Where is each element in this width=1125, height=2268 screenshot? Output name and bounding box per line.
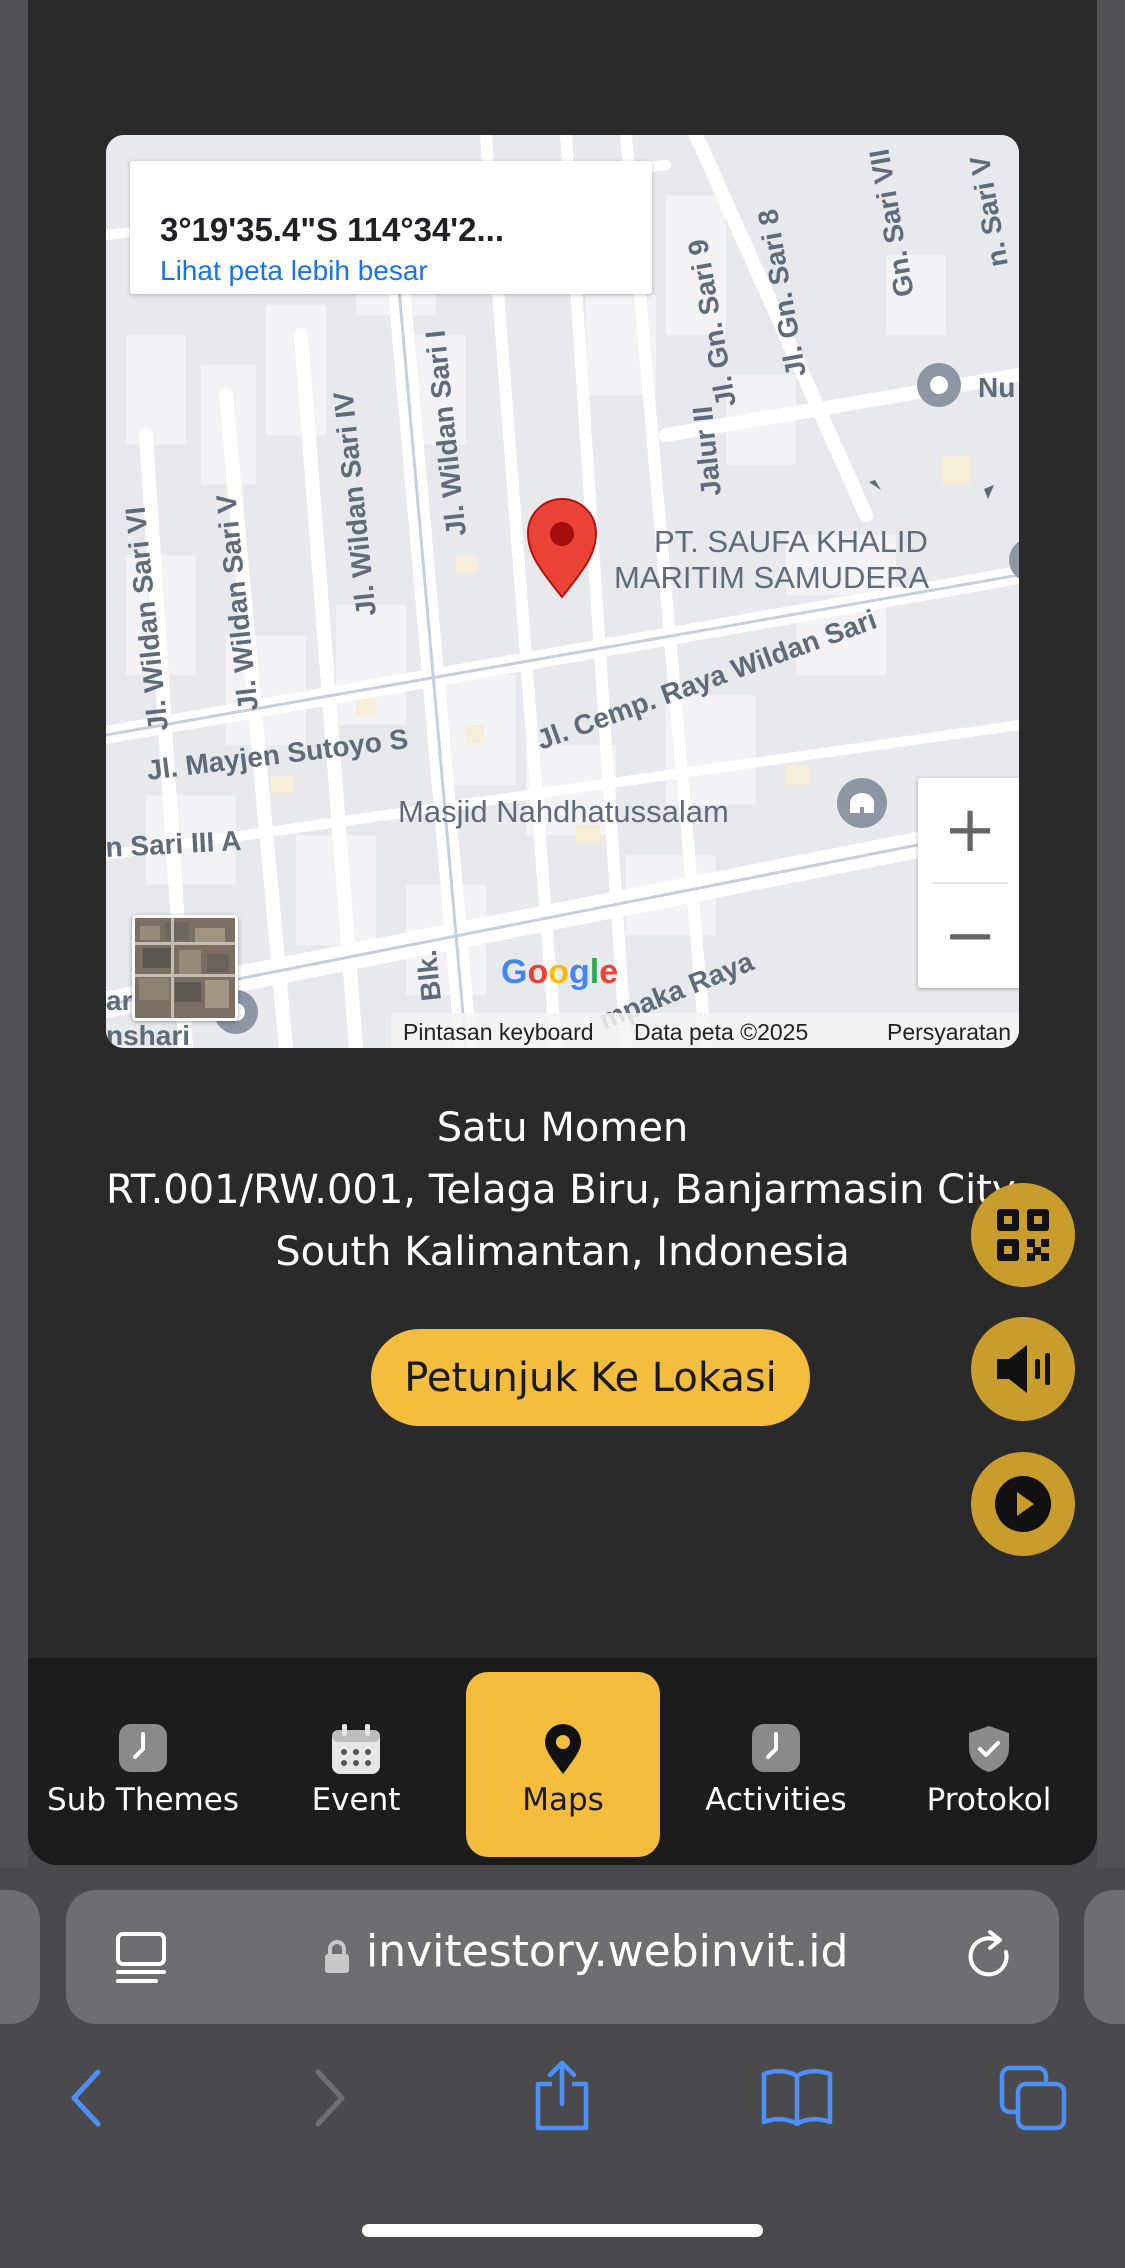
calendar-icon [332, 1724, 380, 1774]
street-label: Blk. [411, 948, 447, 1002]
lock-icon [325, 1940, 349, 1973]
nav-item-sub-themes[interactable]: Sub Themes [46, 1672, 240, 1857]
map-data-attribution[interactable]: Data peta ©2025 [634, 1019, 808, 1046]
nav-label: Event [311, 1782, 401, 1818]
embedded-map[interactable]: Jl. Wildan Sari I Jl. Wildan Sari IV Jl.… [106, 135, 1019, 1048]
terms-link[interactable]: Persyaratan [887, 1019, 1011, 1046]
previous-tab-peek[interactable] [0, 1890, 40, 2024]
clock-icon [119, 1724, 167, 1772]
google-logo: Google [501, 953, 618, 991]
venue-address-line1: RT.001/RW.001, Telaga Biru, Banjarmasin … [106, 1167, 1029, 1213]
clock-icon [752, 1724, 800, 1772]
play-icon [995, 1476, 1051, 1532]
street-label: Nu [978, 372, 1015, 403]
nav-label: Maps [522, 1782, 604, 1818]
map-attribution-bar: Pintasan keyboard Data peta ©2025 Persya… [391, 1013, 1019, 1048]
speaker-icon [997, 1345, 1050, 1393]
invitation-page: Jl. Wildan Sari I Jl. Wildan Sari IV Jl.… [28, 0, 1097, 1865]
venue-name: Satu Momen [436, 1105, 689, 1151]
place-label: PT. SAUFA KHALID [654, 524, 928, 559]
poi-marker-icon[interactable] [917, 363, 961, 407]
view-larger-map-link[interactable]: Lihat peta lebih besar [160, 255, 428, 287]
mosque-label: Masjid Nahdhatussalam [398, 794, 729, 829]
map-coordinates: 3°19'35.4"S 114°34'2... [160, 211, 505, 248]
nav-label: Protokol [926, 1782, 1052, 1818]
reader-mode-icon[interactable] [116, 1932, 166, 1984]
left-edge-strip [0, 0, 28, 1868]
map-pin-icon [545, 1724, 581, 1774]
bottom-navigation: Sub Themes Event Maps Activities Protoko… [28, 1658, 1097, 1865]
forward-icon[interactable] [312, 2068, 348, 2128]
street-label: nshari [106, 1020, 190, 1048]
nav-item-event[interactable]: Event [259, 1672, 453, 1857]
qr-code-icon [997, 1209, 1049, 1261]
nav-item-maps[interactable]: Maps [466, 1672, 660, 1857]
share-icon[interactable] [532, 2060, 592, 2132]
music-toggle-button[interactable] [971, 1317, 1075, 1421]
shield-check-icon [969, 1726, 1009, 1772]
tabs-icon[interactable] [998, 2064, 1068, 2132]
nav-item-protokol[interactable]: Protokol [892, 1672, 1086, 1857]
zoom-out-button[interactable]: − [918, 884, 1019, 988]
next-tab-peek[interactable] [1084, 1890, 1125, 2024]
place-label: MARITIM SAMUDERA [614, 560, 930, 595]
home-indicator [362, 2224, 763, 2237]
bookmarks-icon[interactable] [760, 2066, 834, 2126]
nav-label: Sub Themes [47, 1782, 239, 1818]
zoom-controls: + − [918, 778, 1019, 988]
nav-label: Activities [705, 1782, 847, 1818]
venue-address-line2: South Kalimantan, Indonesia [275, 1229, 850, 1275]
mosque-icon[interactable] [837, 778, 887, 828]
zoom-in-button[interactable]: + [918, 778, 1019, 882]
nav-item-activities[interactable]: Activities [679, 1672, 873, 1857]
autoplay-toggle-button[interactable] [971, 1452, 1075, 1556]
map-info-card: 3°19'35.4"S 114°34'2... Lihat peta lebih… [130, 161, 652, 294]
url-text[interactable]: invitestory.webinvit.id [366, 1926, 848, 1977]
keyboard-shortcuts-link[interactable]: Pintasan keyboard [403, 1019, 594, 1046]
right-edge-strip [1097, 0, 1125, 1868]
qr-code-button[interactable] [971, 1183, 1075, 1287]
satellite-view-toggle[interactable] [132, 915, 238, 1021]
address-bar[interactable]: invitestory.webinvit.id [66, 1890, 1059, 2024]
back-icon[interactable] [68, 2068, 104, 2128]
google-logo-text: Google [501, 953, 618, 991]
reload-icon[interactable] [966, 1930, 1016, 1984]
satellite-thumbnail-icon [135, 918, 235, 1018]
directions-button[interactable]: Petunjuk Ke Lokasi [371, 1329, 810, 1426]
